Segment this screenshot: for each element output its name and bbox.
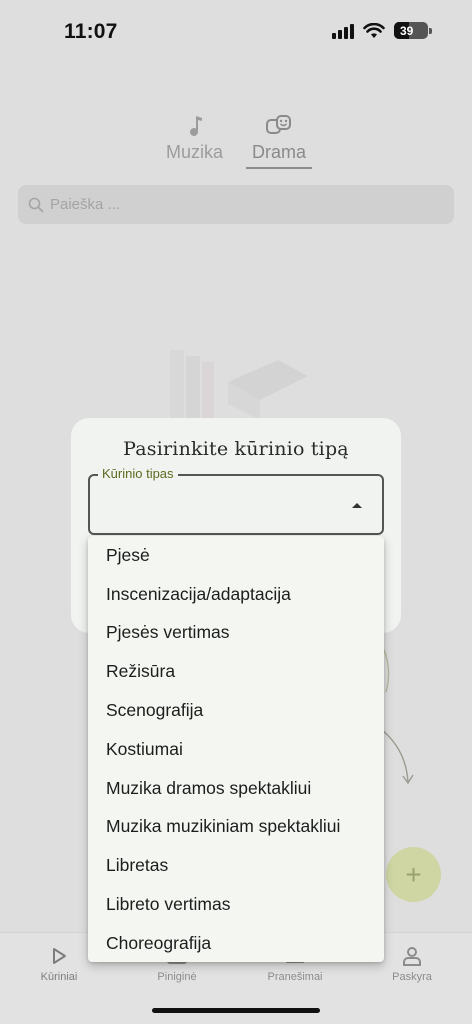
- battery-level: 39: [400, 23, 414, 38]
- work-type-dropdown: Pjesė Inscenizacija/adaptacija Pjesės ve…: [88, 536, 384, 962]
- books-illustration: [170, 350, 308, 420]
- battery-icon: 39: [394, 22, 428, 39]
- nav-label-paskyra: Paskyra: [392, 971, 432, 983]
- play-icon: [51, 941, 67, 971]
- option-pjese[interactable]: Pjesė: [88, 536, 384, 575]
- tab-drama-underline: [246, 167, 312, 169]
- wifi-icon: [363, 22, 385, 38]
- tab-music[interactable]: Muzika: [166, 112, 223, 163]
- nav-item-kuriniai[interactable]: Kūriniai: [19, 941, 99, 983]
- tab-drama-label: Drama: [251, 142, 306, 162]
- option-scenografija[interactable]: Scenografija: [88, 691, 384, 730]
- option-inscenizacija[interactable]: Inscenizacija/adaptacija: [88, 575, 384, 614]
- option-kostiumai[interactable]: Kostiumai: [88, 730, 384, 769]
- dialog-title: Pasirinkite kūrinio tipą: [123, 438, 349, 460]
- caret-up-icon[interactable]: [352, 503, 362, 508]
- nav-label-pinigine: Piniginė: [157, 971, 197, 983]
- add-button[interactable]: +: [386, 847, 441, 902]
- status-time: 11:07: [64, 20, 118, 43]
- work-type-field-label: Kūrinio tipas: [98, 466, 178, 481]
- nav-label-pranesimai: Pranešimai: [267, 971, 323, 983]
- status-icons: 39: [332, 22, 432, 39]
- nav-label-kuriniai: Kūriniai: [40, 971, 78, 983]
- plus-icon: +: [405, 858, 422, 890]
- nav-item-paskyra[interactable]: Paskyra: [372, 941, 452, 983]
- work-type-select[interactable]: Kūrinio tipas: [88, 466, 384, 535]
- search-input[interactable]: Paieška ...: [18, 185, 454, 224]
- theater-masks-icon: [265, 112, 293, 140]
- music-note-icon: [186, 112, 204, 140]
- option-muzika-muzikiniam[interactable]: Muzika muzikiniam spektakliui: [88, 808, 384, 847]
- home-indicator: [152, 1008, 320, 1013]
- signal-icon: [332, 23, 354, 39]
- option-choreografija[interactable]: Choreografija: [88, 924, 384, 962]
- option-pjeses-vertimas[interactable]: Pjesės vertimas: [88, 614, 384, 653]
- search-icon: [28, 197, 44, 212]
- search-placeholder: Paieška ...: [50, 196, 121, 213]
- person-icon: [402, 941, 422, 971]
- tab-music-label: Muzika: [166, 142, 224, 162]
- option-muzika-dramos[interactable]: Muzika dramos spektakliui: [88, 769, 384, 808]
- option-libreto-vertimas[interactable]: Libreto vertimas: [88, 885, 384, 924]
- option-rezisura[interactable]: Režisūra: [88, 652, 384, 691]
- option-libretas[interactable]: Libretas: [88, 846, 384, 885]
- tab-drama[interactable]: Drama: [246, 112, 312, 169]
